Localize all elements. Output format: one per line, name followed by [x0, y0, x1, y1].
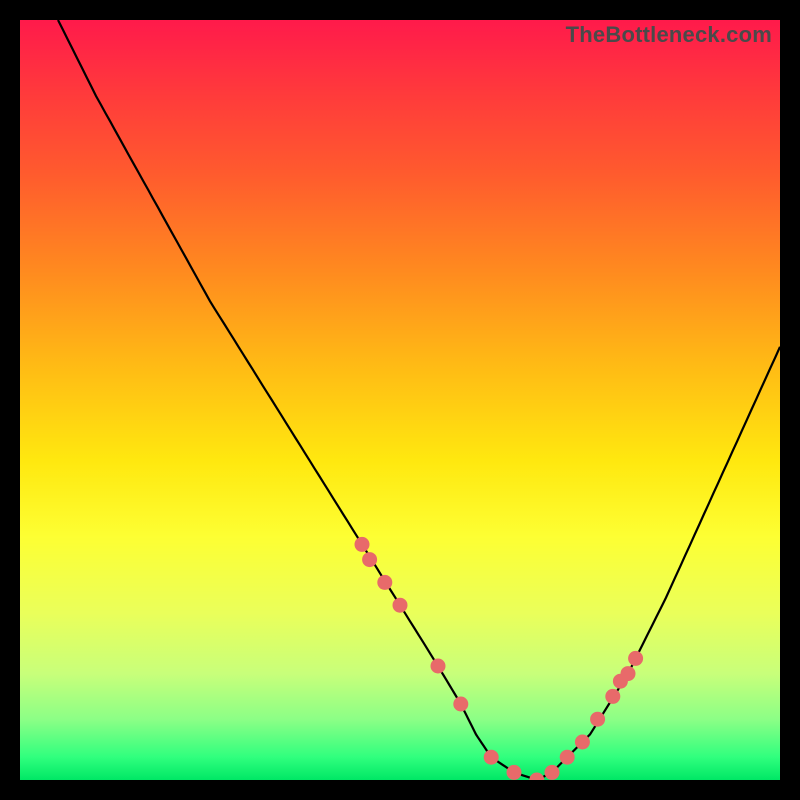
- data-point: [507, 765, 522, 780]
- data-point: [484, 750, 499, 765]
- data-point: [377, 575, 392, 590]
- data-point: [575, 735, 590, 750]
- data-point: [362, 552, 377, 567]
- data-point: [355, 537, 370, 552]
- data-point: [628, 651, 643, 666]
- chart-overlay: [20, 20, 780, 780]
- data-point: [453, 697, 468, 712]
- data-point: [590, 712, 605, 727]
- data-point: [605, 689, 620, 704]
- data-points-group: [355, 537, 644, 780]
- data-point: [621, 666, 636, 681]
- data-point: [560, 750, 575, 765]
- data-point: [529, 773, 544, 781]
- bottleneck-curve: [58, 20, 780, 780]
- data-point: [393, 598, 408, 613]
- data-point: [431, 659, 446, 674]
- chart-frame: TheBottleneck.com: [0, 0, 800, 800]
- data-point: [545, 765, 560, 780]
